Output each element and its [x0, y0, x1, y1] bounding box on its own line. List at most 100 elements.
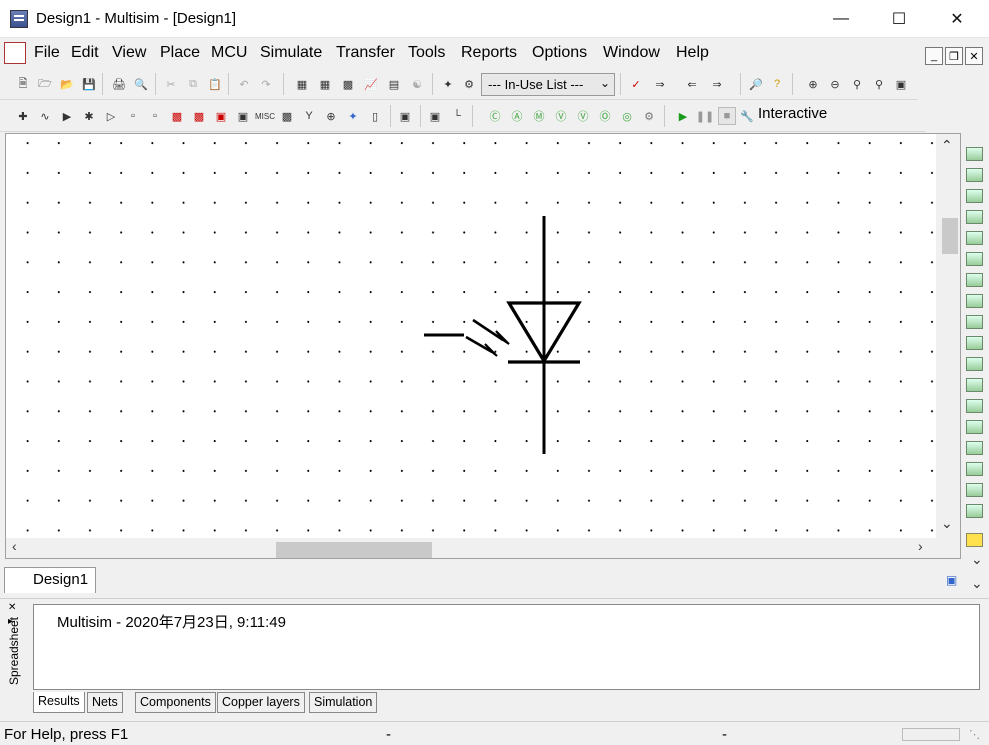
stop-simulation-icon[interactable]: ■: [718, 107, 736, 125]
place-advanced-icon[interactable]: ▩: [278, 107, 296, 125]
scroll-right-icon[interactable]: ›: [918, 538, 923, 554]
bode-plotter-icon[interactable]: [966, 252, 983, 266]
toggle-design-toolbox-icon[interactable]: ▦: [293, 75, 311, 93]
find-icon[interactable]: 🔎: [747, 75, 765, 93]
place-bus-icon[interactable]: ▣: [426, 107, 444, 125]
in-use-list-dropdown[interactable]: --- In-Use List --- ⌄: [481, 73, 615, 96]
schematic-canvas[interactable]: [6, 134, 936, 538]
panel-more-icon[interactable]: ⌄: [971, 575, 983, 592]
maximize-button[interactable]: ☐: [876, 0, 922, 38]
probe-power-icon[interactable]: Ⓜ: [530, 107, 548, 125]
place-ttl-icon[interactable]: ▫: [124, 107, 142, 125]
word-generator-icon[interactable]: [966, 294, 983, 308]
place-cmos-icon[interactable]: ▫: [146, 107, 164, 125]
resize-grip-icon[interactable]: ⋱: [969, 728, 980, 741]
agilent-generator-icon[interactable]: [966, 441, 983, 455]
forward-annotate-icon[interactable]: ⇐: [683, 75, 701, 93]
cut-icon[interactable]: ✂: [162, 75, 180, 93]
toggle-database-icon[interactable]: ▩: [339, 75, 357, 93]
tab-components[interactable]: Components: [135, 692, 216, 713]
menu-tools[interactable]: Tools: [408, 44, 445, 62]
probe-digital-icon[interactable]: Ⓞ: [596, 107, 614, 125]
place-ni-component-icon[interactable]: ✦: [344, 107, 362, 125]
place-indicator-icon[interactable]: ▣: [212, 107, 230, 125]
zoom-area-icon[interactable]: ⚲: [848, 75, 866, 93]
multisim-app-icon[interactable]: [10, 10, 28, 28]
probe-reference-icon[interactable]: ◎: [618, 107, 636, 125]
hierarchy-icon[interactable]: ☯: [408, 75, 426, 93]
photodiode-symbol[interactable]: [6, 134, 936, 538]
tab-results[interactable]: Results: [33, 692, 85, 713]
menu-transfer[interactable]: Transfer: [336, 44, 395, 62]
probe-settings-icon[interactable]: ⚙: [640, 107, 658, 125]
open-sample-icon[interactable]: 📂: [58, 75, 76, 93]
zoom-in-icon[interactable]: ⊕: [804, 75, 822, 93]
probe-diff-voltage-icon[interactable]: Ⓥ: [552, 107, 570, 125]
menu-help[interactable]: Help: [676, 44, 709, 62]
agilent-oscilloscope-icon[interactable]: [966, 483, 983, 497]
run-simulation-icon[interactable]: ▶: [674, 107, 692, 125]
logic-converter-icon[interactable]: [966, 315, 983, 329]
place-power-icon[interactable]: ▣: [234, 107, 252, 125]
iv-analyzer-icon[interactable]: [966, 357, 983, 371]
menu-options[interactable]: Options: [532, 44, 587, 62]
menu-reports[interactable]: Reports: [461, 44, 517, 62]
full-screen-icon[interactable]: ▣: [892, 75, 910, 93]
place-diode-icon[interactable]: ▶: [58, 107, 76, 125]
erc-icon[interactable]: ✓: [627, 75, 645, 93]
place-analog-icon[interactable]: ▷: [102, 107, 120, 125]
menu-edit[interactable]: Edit: [71, 44, 99, 62]
pause-simulation-icon[interactable]: ❚❚: [696, 107, 714, 125]
scroll-down-icon[interactable]: ⌄: [941, 515, 953, 532]
logic-analyzer-icon[interactable]: [966, 336, 983, 350]
transfer-icon[interactable]: ⇒: [708, 75, 726, 93]
distortion-analyzer-icon[interactable]: [966, 378, 983, 392]
frequency-counter-icon[interactable]: [966, 273, 983, 287]
document-icon[interactable]: [4, 42, 26, 64]
place-mixed-icon[interactable]: ▩: [190, 107, 208, 125]
network-analyzer-icon[interactable]: [966, 420, 983, 434]
database-manager-icon[interactable]: ⚙: [460, 75, 478, 93]
help-icon[interactable]: ?: [768, 75, 786, 93]
place-transistor-icon[interactable]: ✱: [80, 107, 98, 125]
function-generator-icon[interactable]: [966, 168, 983, 182]
place-hierarchical-icon[interactable]: ▣: [396, 107, 414, 125]
panel-scroll-down-icon[interactable]: ⌄: [971, 551, 983, 568]
close-button[interactable]: ✕: [934, 0, 980, 38]
probe-vi-icon[interactable]: Ⓥ: [574, 107, 592, 125]
tab-simulation[interactable]: Simulation: [309, 692, 378, 713]
mdi-close-button[interactable]: ✕: [965, 47, 983, 65]
scroll-up-icon[interactable]: ⌃: [941, 137, 953, 154]
grapher-icon[interactable]: 📈: [362, 75, 380, 93]
tektronix-oscilloscope-icon[interactable]: [966, 504, 983, 518]
place-rf-icon[interactable]: Y: [300, 107, 318, 125]
multimeter-icon[interactable]: [966, 147, 983, 161]
undo-icon[interactable]: ↶: [235, 75, 253, 93]
zoom-out-icon[interactable]: ⊖: [826, 75, 844, 93]
mdi-minimize-button[interactable]: _: [925, 47, 943, 65]
paste-icon[interactable]: 📋: [206, 75, 224, 93]
wattmeter-icon[interactable]: [966, 189, 983, 203]
agilent-multimeter-icon[interactable]: [966, 462, 983, 476]
place-wire-icon[interactable]: └: [448, 107, 466, 125]
place-misc-icon[interactable]: MISC: [255, 107, 275, 125]
spectrum-analyzer-icon[interactable]: [966, 399, 983, 413]
print-preview-icon[interactable]: 🔍: [132, 75, 150, 93]
menu-simulate[interactable]: Simulate: [260, 44, 322, 62]
component-wizard-icon[interactable]: ✦: [439, 75, 457, 93]
tab-nets[interactable]: Nets: [87, 692, 123, 713]
back-annotate-icon[interactable]: ⇒: [651, 75, 669, 93]
new-file-icon[interactable]: 🗎: [14, 75, 32, 93]
horizontal-scrollbar[interactable]: ‹ ›: [6, 538, 960, 558]
vertical-scroll-thumb[interactable]: [942, 218, 958, 254]
place-electromechanical-icon[interactable]: ⊕: [322, 107, 340, 125]
toggle-spreadsheet-icon[interactable]: ▦: [316, 75, 334, 93]
place-mcu-icon[interactable]: ▩: [168, 107, 186, 125]
copy-icon[interactable]: ⧉: [184, 75, 202, 93]
mdi-restore-button[interactable]: ❐: [945, 47, 963, 65]
save-icon[interactable]: 💾: [80, 75, 98, 93]
probe-voltage-icon[interactable]: Ⓒ: [486, 107, 504, 125]
place-basic-icon[interactable]: ∿: [36, 107, 54, 125]
open-folder-icon[interactable]: 🗁: [36, 75, 54, 93]
tab-options-icon[interactable]: ▣: [946, 573, 957, 587]
